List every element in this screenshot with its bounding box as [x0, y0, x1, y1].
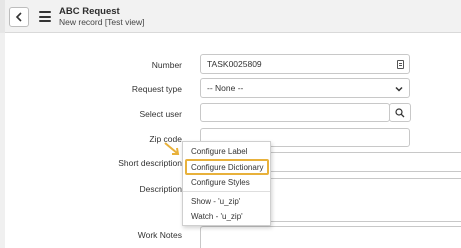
menu-separator [183, 191, 270, 192]
record-title: ABC Request [59, 6, 120, 17]
menu-item-configure-styles[interactable]: Configure Styles [191, 178, 250, 187]
request-type-value: -- None -- [207, 83, 244, 93]
menu-item-configure-label[interactable]: Configure Label [191, 147, 247, 156]
work-notes-textarea[interactable] [200, 226, 461, 248]
description-label: Description [139, 184, 182, 194]
form-header: ABC Request New record [Test view] [0, 0, 461, 33]
search-icon [395, 107, 405, 117]
back-icon [15, 12, 22, 22]
request-type-select[interactable]: -- None -- [200, 78, 410, 98]
left-edge-strip [0, 33, 5, 248]
header-left-strip [0, 0, 5, 33]
number-label: Number [151, 60, 182, 70]
chevron-down-icon [395, 86, 403, 92]
menu-item-configure-dictionary[interactable]: Configure Dictionary [185, 159, 269, 175]
menu-item-show-u-zip[interactable]: Show - 'u_zip' [191, 197, 240, 206]
number-field[interactable]: TASK0025809 [200, 54, 410, 74]
record-subtitle: New record [Test view] [59, 17, 145, 27]
hamburger-menu-icon[interactable] [39, 11, 51, 22]
document-icon[interactable] [397, 60, 404, 69]
field-context-menu: Configure Label Configure Dictionary Con… [182, 141, 271, 226]
select-user-label: Select user [139, 109, 182, 119]
number-value: TASK0025809 [207, 59, 262, 69]
select-user-search-button[interactable] [389, 103, 411, 122]
menu-item-watch-u-zip[interactable]: Watch - 'u_zip' [191, 212, 243, 221]
request-type-label: Request type [131, 84, 182, 94]
work-notes-label: Work Notes [137, 230, 182, 240]
select-user-input[interactable] [200, 103, 390, 122]
back-button[interactable] [9, 7, 29, 27]
arrow-pointer-icon [164, 142, 180, 155]
short-description-label: Short description [118, 158, 182, 168]
